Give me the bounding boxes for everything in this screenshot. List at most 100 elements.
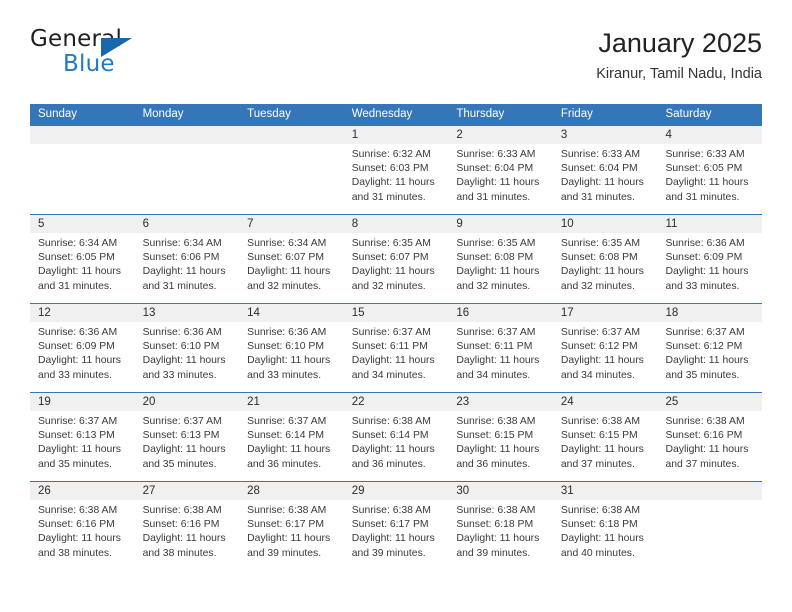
day-cell[interactable] [30, 126, 135, 214]
day-cell[interactable]: 3 Sunrise: 6:33 AM Sunset: 6:04 PM Dayli… [552, 126, 658, 214]
day-number: 12 [30, 304, 135, 322]
day-details: Sunrise: 6:37 AM Sunset: 6:11 PM Dayligh… [344, 322, 449, 383]
daylight-text-line1: Daylight: 11 hours [351, 266, 435, 278]
day-cell[interactable] [239, 126, 344, 214]
daylight-text-line1: Daylight: 11 hours [456, 355, 540, 367]
sunrise-text: Sunrise: 6:38 AM [142, 505, 222, 516]
day-cell[interactable]: 22 Sunrise: 6:38 AM Sunset: 6:14 PM Dayl… [343, 393, 449, 481]
day-details [657, 500, 762, 504]
sunrise-text: Sunrise: 6:38 AM [456, 416, 536, 427]
day-number: 26 [30, 482, 135, 500]
daylight-text-line2: and 32 minutes. [351, 280, 426, 292]
day-cell[interactable]: 7 Sunrise: 6:34 AM Sunset: 6:07 PM Dayli… [239, 215, 344, 303]
day-number: 22 [343, 393, 449, 411]
day-cell[interactable]: 27 Sunrise: 6:38 AM Sunset: 6:16 PM Dayl… [134, 482, 240, 570]
daylight-text-line2: and 32 minutes. [247, 280, 322, 292]
day-cell[interactable]: 8 Sunrise: 6:35 AM Sunset: 6:07 PM Dayli… [343, 215, 449, 303]
day-cell[interactable]: 5 Sunrise: 6:34 AM Sunset: 6:05 PM Dayli… [30, 215, 135, 303]
daylight-text-line2: and 32 minutes. [456, 280, 531, 292]
day-number: 11 [657, 215, 763, 233]
day-cell[interactable]: 21 Sunrise: 6:37 AM Sunset: 6:14 PM Dayl… [239, 393, 344, 481]
daylight-text-line1: Daylight: 11 hours [456, 533, 540, 545]
day-cell[interactable] [657, 482, 763, 570]
daylight-text-line2: and 35 minutes. [38, 458, 112, 470]
sunrise-text: Sunrise: 6:33 AM [456, 149, 536, 160]
day-cell[interactable]: 18 Sunrise: 6:37 AM Sunset: 6:12 PM Dayl… [657, 304, 763, 392]
day-number [239, 126, 344, 144]
daylight-text-line2: and 40 minutes. [560, 547, 635, 559]
day-cell[interactable]: 24 Sunrise: 6:38 AM Sunset: 6:15 PM Dayl… [552, 393, 658, 481]
day-cell[interactable]: 23 Sunrise: 6:38 AM Sunset: 6:15 PM Dayl… [448, 393, 553, 481]
day-cell[interactable]: 4 Sunrise: 6:33 AM Sunset: 6:05 PM Dayli… [657, 126, 763, 214]
daylight-text-line1: Daylight: 11 hours [38, 444, 121, 456]
daylight-text-line2: and 36 minutes. [247, 458, 322, 470]
weekday-sunday: Sunday [38, 108, 78, 120]
daylight-text-line1: Daylight: 11 hours [38, 266, 121, 278]
sunset-text: Sunset: 6:15 PM [456, 430, 534, 442]
day-cell[interactable]: 15 Sunrise: 6:37 AM Sunset: 6:11 PM Dayl… [343, 304, 449, 392]
day-number: 5 [30, 215, 135, 233]
sunset-text: Sunset: 6:06 PM [142, 252, 220, 264]
daylight-text-line1: Daylight: 11 hours [38, 533, 121, 545]
day-details: Sunrise: 6:37 AM Sunset: 6:14 PM Dayligh… [239, 411, 344, 472]
sunset-text: Sunset: 6:10 PM [247, 341, 324, 353]
day-details: Sunrise: 6:38 AM Sunset: 6:18 PM Dayligh… [448, 500, 553, 561]
day-cell[interactable]: 28 Sunrise: 6:38 AM Sunset: 6:17 PM Dayl… [239, 482, 344, 570]
day-number: 31 [552, 482, 658, 500]
day-details: Sunrise: 6:34 AM Sunset: 6:05 PM Dayligh… [30, 233, 135, 294]
day-cell[interactable]: 12 Sunrise: 6:36 AM Sunset: 6:09 PM Dayl… [30, 304, 135, 392]
day-cell[interactable]: 14 Sunrise: 6:36 AM Sunset: 6:10 PM Dayl… [239, 304, 344, 392]
day-number: 24 [552, 393, 658, 411]
calendar-page: General Blue January 2025 Kiranur, Tamil… [0, 0, 792, 612]
sunset-text: Sunset: 6:09 PM [38, 341, 115, 353]
day-cell[interactable] [134, 126, 240, 214]
day-details [239, 144, 344, 148]
weekday-header-row: Sunday Monday Tuesday Wednesday Thursday… [30, 104, 762, 125]
day-cell[interactable]: 13 Sunrise: 6:36 AM Sunset: 6:10 PM Dayl… [134, 304, 240, 392]
daylight-text-line2: and 37 minutes. [560, 458, 635, 470]
sunrise-text: Sunrise: 6:36 AM [142, 327, 222, 338]
daylight-text-line2: and 33 minutes. [38, 369, 112, 381]
sunset-text: Sunset: 6:14 PM [351, 430, 429, 442]
day-number: 28 [239, 482, 344, 500]
day-cell[interactable]: 1 Sunrise: 6:32 AM Sunset: 6:03 PM Dayli… [343, 126, 449, 214]
sunset-text: Sunset: 6:15 PM [560, 430, 638, 442]
day-number: 10 [552, 215, 658, 233]
sunset-text: Sunset: 6:13 PM [38, 430, 115, 442]
day-cell[interactable]: 9 Sunrise: 6:35 AM Sunset: 6:08 PM Dayli… [448, 215, 553, 303]
general-blue-logo[interactable]: General Blue [30, 26, 160, 84]
day-cell[interactable]: 25 Sunrise: 6:38 AM Sunset: 6:16 PM Dayl… [657, 393, 763, 481]
day-details: Sunrise: 6:36 AM Sunset: 6:10 PM Dayligh… [239, 322, 344, 383]
day-cell[interactable]: 31 Sunrise: 6:38 AM Sunset: 6:18 PM Dayl… [552, 482, 658, 570]
day-cell[interactable]: 6 Sunrise: 6:34 AM Sunset: 6:06 PM Dayli… [134, 215, 240, 303]
daylight-text-line1: Daylight: 11 hours [247, 355, 331, 367]
day-cell[interactable]: 29 Sunrise: 6:38 AM Sunset: 6:17 PM Dayl… [343, 482, 449, 570]
sunset-text: Sunset: 6:07 PM [351, 252, 429, 264]
daylight-text-line1: Daylight: 11 hours [456, 444, 540, 456]
sunrise-text: Sunrise: 6:36 AM [38, 327, 118, 338]
day-cell[interactable]: 11 Sunrise: 6:36 AM Sunset: 6:09 PM Dayl… [657, 215, 763, 303]
day-cell[interactable]: 19 Sunrise: 6:37 AM Sunset: 6:13 PM Dayl… [30, 393, 135, 481]
sunset-text: Sunset: 6:14 PM [247, 430, 324, 442]
daylight-text-line2: and 34 minutes. [456, 369, 531, 381]
day-details: Sunrise: 6:38 AM Sunset: 6:17 PM Dayligh… [239, 500, 344, 561]
sunrise-text: Sunrise: 6:33 AM [560, 149, 641, 160]
day-cell[interactable]: 30 Sunrise: 6:38 AM Sunset: 6:18 PM Dayl… [448, 482, 553, 570]
daylight-text-line2: and 31 minutes. [456, 191, 531, 203]
daylight-text-line1: Daylight: 11 hours [38, 355, 121, 367]
day-cell[interactable]: 17 Sunrise: 6:37 AM Sunset: 6:12 PM Dayl… [552, 304, 658, 392]
day-number: 19 [30, 393, 135, 411]
daylight-text-line1: Daylight: 11 hours [247, 533, 331, 545]
day-number [134, 126, 240, 144]
day-number: 1 [343, 126, 449, 144]
day-cell[interactable]: 16 Sunrise: 6:37 AM Sunset: 6:11 PM Dayl… [448, 304, 553, 392]
daylight-text-line1: Daylight: 11 hours [560, 444, 644, 456]
daylight-text-line2: and 39 minutes. [456, 547, 531, 559]
day-cell[interactable]: 26 Sunrise: 6:38 AM Sunset: 6:16 PM Dayl… [30, 482, 135, 570]
day-cell[interactable]: 10 Sunrise: 6:35 AM Sunset: 6:08 PM Dayl… [552, 215, 658, 303]
day-cell[interactable]: 2 Sunrise: 6:33 AM Sunset: 6:04 PM Dayli… [448, 126, 553, 214]
day-details: Sunrise: 6:38 AM Sunset: 6:16 PM Dayligh… [657, 411, 762, 472]
daylight-text-line2: and 35 minutes. [142, 458, 217, 470]
day-cell[interactable]: 20 Sunrise: 6:37 AM Sunset: 6:13 PM Dayl… [134, 393, 240, 481]
day-details [135, 144, 240, 148]
